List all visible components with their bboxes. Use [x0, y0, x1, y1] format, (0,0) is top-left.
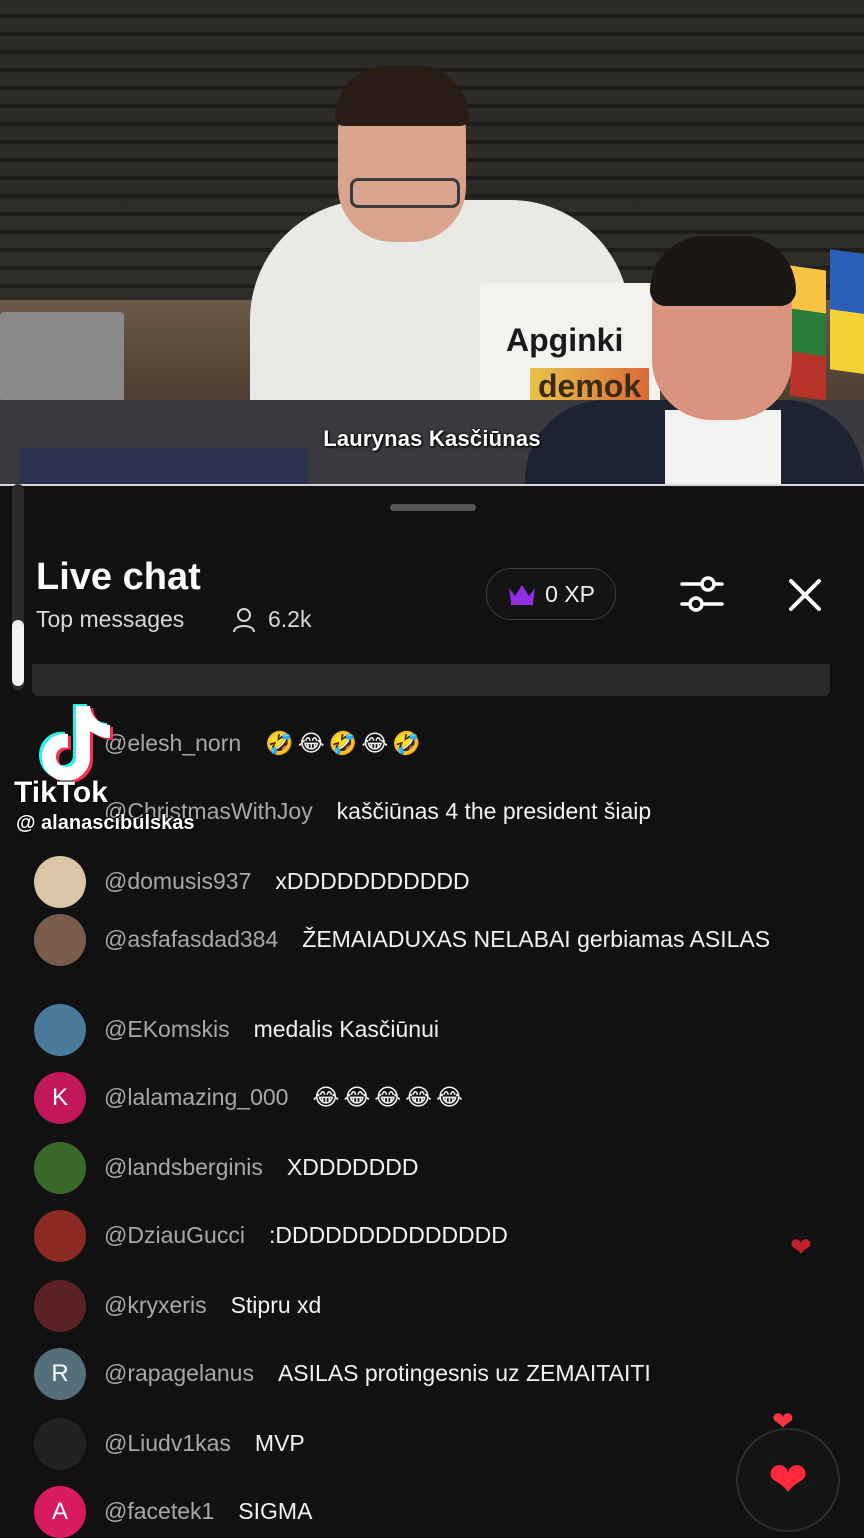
message-body: @asfafasdad384 ŽEMAIADUXAS NELABAI gerbia… — [104, 924, 804, 954]
message-username[interactable]: @rapagelanus — [104, 1360, 254, 1386]
close-icon — [789, 579, 821, 611]
message-username[interactable]: @DziauGucci — [104, 1222, 245, 1248]
chat-message[interactable]: @asfafasdad384 ŽEMAIADUXAS NELABAI gerbia… — [34, 914, 804, 966]
message-text: kaščiūnas 4 the president šiaip — [336, 798, 652, 824]
message-body: @Liudv1kas MVP — [104, 1428, 804, 1458]
message-username[interactable]: @EKomskis — [104, 1016, 230, 1042]
sliders-icon — [680, 576, 724, 612]
xp-label: 0 XP — [545, 580, 595, 607]
video-caption: Laurynas Kasčiūnas — [323, 426, 541, 451]
avatar[interactable] — [34, 1004, 86, 1056]
message-text: 😂😂😂😂😂 — [312, 1084, 467, 1110]
message-username[interactable]: @landsberginis — [104, 1154, 263, 1180]
message-username[interactable]: @domusis937 — [104, 868, 251, 894]
message-body: @DziauGucci :DDDDDDDDDDDDDD — [104, 1220, 804, 1250]
chat-message[interactable]: R @rapagelanus ASILAS protingesnis uz ZEMA… — [34, 1348, 804, 1400]
message-body: @domusis937 xDDDDDDDDDDD — [104, 866, 804, 896]
viewer-count-value: 6.2k — [268, 606, 312, 632]
message-text: XDDDDDDD — [286, 1154, 419, 1180]
message-text: :DDDDDDDDDDDDDD — [268, 1222, 508, 1248]
floating-heart-icon: ❤ — [790, 1232, 812, 1262]
chat-message[interactable]: @kryxeris Stipru xd — [34, 1280, 804, 1332]
close-button[interactable] — [784, 574, 826, 616]
chat-message[interactable]: K @lalamazing_000 😂😂😂😂😂 — [34, 1072, 804, 1124]
message-text: 🤣😂🤣😂🤣 — [265, 730, 425, 756]
avatar[interactable]: R — [34, 1348, 86, 1400]
avatar[interactable] — [34, 1418, 86, 1470]
avatar[interactable] — [34, 1280, 86, 1332]
monitor — [20, 448, 308, 484]
chat-message[interactable]: @Liudv1kas MVP — [34, 1418, 804, 1470]
message-body: @kryxeris Stipru xd — [104, 1290, 804, 1320]
heart-icon: ❤ — [767, 1454, 809, 1507]
avatar[interactable] — [34, 1142, 86, 1194]
message-body: @landsberginis XDDDDDDD — [104, 1152, 804, 1182]
avatar[interactable]: A — [34, 1486, 86, 1538]
chat-mode-label[interactable]: Top messages — [36, 606, 184, 633]
message-body: @rapagelanus ASILAS protingesnis uz ZEMAI… — [104, 1358, 804, 1388]
tiktok-wordmark: TikTok — [14, 776, 108, 809]
live-video[interactable]: Apginki demok Laurynas Kasčiūnas — [0, 0, 864, 484]
message-username[interactable]: @facetek1 — [104, 1498, 214, 1524]
message-body: @EKomskis medalis Kasčiūnui — [104, 1014, 804, 1044]
pinned-message-bar[interactable] — [32, 664, 830, 696]
message-text: MVP — [254, 1430, 305, 1456]
message-body: @facetek1 SIGMA — [104, 1496, 804, 1526]
chat-message[interactable]: @landsberginis XDDDDDDD — [34, 1142, 804, 1194]
laptop — [0, 312, 124, 402]
second-person-hair — [650, 236, 796, 306]
avatar[interactable] — [34, 1210, 86, 1262]
chat-title: Live chat — [36, 556, 201, 598]
avatar[interactable]: K — [34, 1072, 86, 1124]
message-text: medalis Kasčiūnui — [253, 1016, 439, 1042]
message-username[interactable]: @lalamazing_000 — [104, 1084, 288, 1110]
avatar[interactable] — [34, 856, 86, 908]
crown-icon — [509, 585, 536, 605]
chat-message[interactable]: @EKomskis medalis Kasčiūnui — [34, 1004, 804, 1056]
ukraine-flag — [830, 249, 864, 375]
message-username[interactable]: @kryxeris — [104, 1292, 207, 1318]
chat-message[interactable]: @DziauGucci :DDDDDDDDDDDDDD — [34, 1210, 804, 1262]
message-text: xDDDDDDDDDDD — [275, 868, 470, 894]
message-username[interactable]: @Liudv1kas — [104, 1430, 231, 1456]
message-text: ŽEMAIADUXAS NELABAI gerbiamas ASILAS — [302, 926, 771, 952]
message-text: ASILAS protingesnis uz ZEMAITAITI — [277, 1360, 651, 1386]
message-body: @lalamazing_000 😂😂😂😂😂 — [104, 1082, 804, 1112]
chat-message[interactable]: A @facetek1 SIGMA — [34, 1486, 804, 1538]
scrollbar-thumb[interactable] — [12, 620, 24, 686]
message-username[interactable]: @asfafasdad384 — [104, 926, 278, 952]
drag-handle[interactable] — [390, 504, 476, 511]
chat-message[interactable]: @domusis937 xDDDDDDDDDDD — [34, 856, 804, 908]
tiktok-handle: @ alanascibulskas — [16, 812, 195, 834]
message-text: SIGMA — [238, 1498, 313, 1524]
viewer-count: 6.2k — [232, 606, 311, 633]
message-text: Stipru xd — [230, 1292, 322, 1318]
sign-text-line1: Apginki — [506, 322, 624, 358]
speaker-glasses — [350, 178, 460, 208]
person-icon — [233, 607, 255, 632]
avatar[interactable] — [34, 914, 86, 966]
xp-button[interactable]: 0 XP — [486, 568, 616, 620]
filter-button[interactable] — [678, 572, 726, 616]
like-button[interactable]: ❤ — [736, 1428, 840, 1532]
